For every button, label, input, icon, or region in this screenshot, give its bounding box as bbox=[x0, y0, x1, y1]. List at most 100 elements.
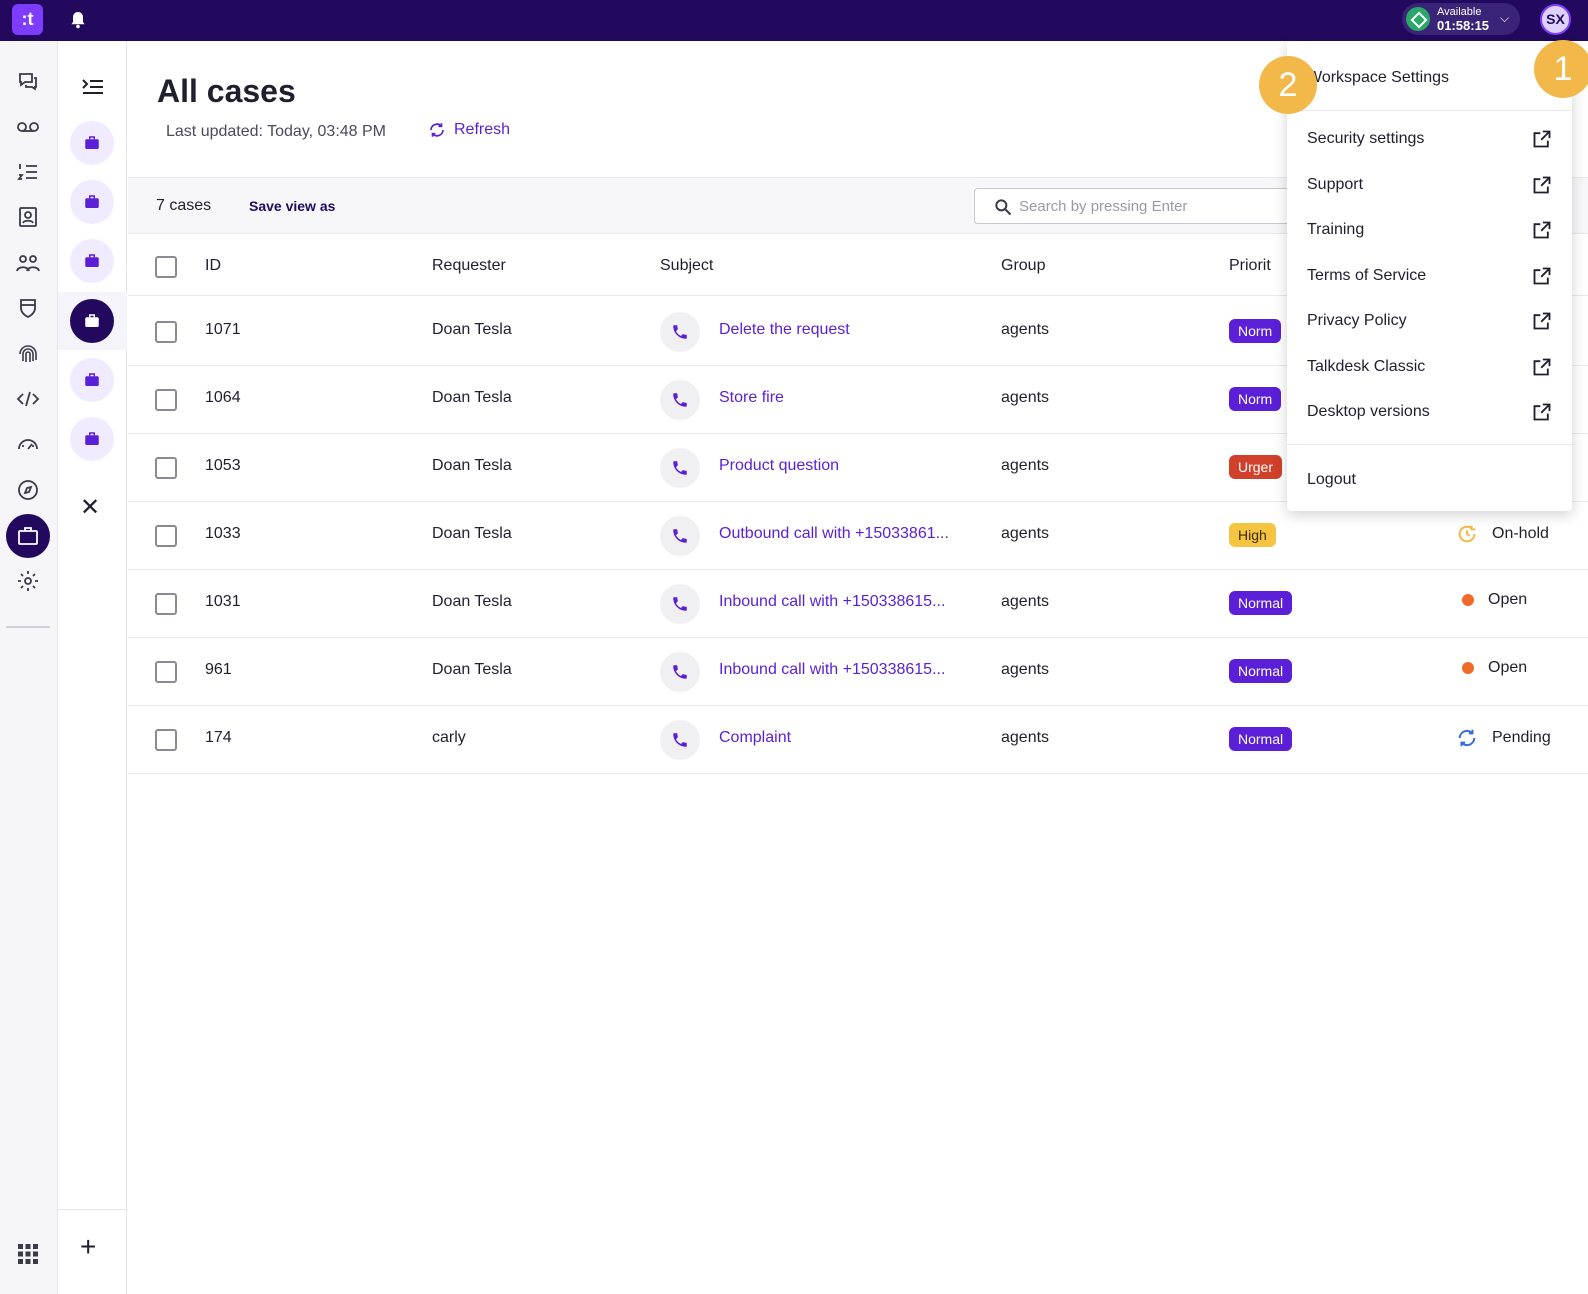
phone-channel-icon bbox=[660, 720, 700, 760]
status-timer: 01:58:15 bbox=[1437, 18, 1490, 33]
column-header-id[interactable]: ID bbox=[205, 257, 221, 275]
case-requester: Doan Tesla bbox=[432, 457, 512, 474]
team-nav-item[interactable] bbox=[6, 241, 50, 285]
bell-icon[interactable] bbox=[68, 10, 88, 30]
case-tab[interactable] bbox=[70, 180, 114, 224]
menu-item-training[interactable]: Training bbox=[1287, 208, 1572, 254]
row-checkbox[interactable] bbox=[155, 729, 177, 751]
column-header-requester[interactable]: Requester bbox=[432, 257, 506, 275]
priority-badge: Normal bbox=[1229, 727, 1293, 751]
case-subject-link[interactable]: Inbound call with +150338615... bbox=[719, 661, 945, 679]
save-view-button[interactable]: Save view as bbox=[249, 198, 335, 214]
table-row[interactable]: 174 carly Complaint agents Normal Pending bbox=[128, 705, 1588, 774]
external-link-icon bbox=[1533, 176, 1551, 193]
phone-channel-icon bbox=[660, 516, 700, 556]
briefcase-icon bbox=[85, 314, 99, 327]
case-group: agents bbox=[1001, 457, 1050, 474]
app-navigation-rail bbox=[0, 41, 58, 1294]
row-checkbox[interactable] bbox=[155, 457, 177, 479]
refresh-icon bbox=[430, 123, 444, 137]
external-link-icon bbox=[1533, 358, 1551, 375]
case-subject-link[interactable]: Delete the request bbox=[719, 321, 850, 339]
briefcase-icon bbox=[85, 136, 99, 149]
logout-menu-item[interactable]: Logout bbox=[1307, 471, 1356, 489]
close-icon[interactable]: ✕ bbox=[80, 493, 100, 522]
menu-item-support[interactable]: Support bbox=[1287, 163, 1572, 209]
select-all-checkbox[interactable] bbox=[155, 256, 177, 278]
identity-nav-item[interactable] bbox=[6, 332, 50, 376]
row-checkbox[interactable] bbox=[155, 389, 177, 411]
case-id: 1071 bbox=[205, 321, 241, 338]
case-requester: Doan Tesla bbox=[432, 525, 512, 542]
contact-card-icon bbox=[19, 207, 37, 227]
talkdesk-logo[interactable]: :t bbox=[12, 4, 43, 35]
menu-item-security-settings[interactable]: Security settings bbox=[1287, 117, 1572, 163]
voicemail-icon bbox=[17, 122, 39, 132]
external-link-icon bbox=[1533, 130, 1551, 148]
row-checkbox[interactable] bbox=[155, 593, 177, 615]
case-subject-link[interactable]: Product question bbox=[719, 457, 839, 475]
chevron-down-icon: ⌵ bbox=[1500, 11, 1510, 25]
security-nav-item[interactable] bbox=[6, 286, 50, 330]
external-link-icon bbox=[1533, 403, 1551, 421]
priority-badge: Norm bbox=[1229, 319, 1282, 343]
pending-status-icon bbox=[1458, 729, 1476, 747]
menu-item-terms-of-service[interactable]: Terms of Service bbox=[1287, 254, 1572, 300]
case-group: agents bbox=[1001, 729, 1050, 746]
rail-divider bbox=[6, 626, 50, 628]
table-row[interactable]: 961 Doan Tesla Inbound call with +15033861… bbox=[128, 637, 1588, 706]
row-checkbox[interactable] bbox=[155, 321, 177, 343]
numbered-list-icon bbox=[17, 164, 37, 180]
briefcase-icon bbox=[85, 254, 99, 267]
developer-nav-item[interactable] bbox=[6, 377, 50, 421]
conversations-nav-item[interactable] bbox=[6, 59, 50, 103]
external-link-icon bbox=[1533, 267, 1551, 284]
settings-nav-item[interactable] bbox=[6, 559, 50, 603]
column-header-priority[interactable]: Priorit bbox=[1229, 257, 1271, 275]
menu-item-privacy-policy[interactable]: Privacy Policy bbox=[1287, 299, 1572, 345]
column-header-group[interactable]: Group bbox=[1001, 257, 1045, 275]
lists-nav-item[interactable] bbox=[6, 150, 50, 194]
case-subject-link[interactable]: Inbound call with +150338615... bbox=[719, 593, 945, 611]
case-tab[interactable] bbox=[70, 358, 114, 402]
case-status-label: Pending bbox=[1492, 729, 1551, 746]
column-header-subject[interactable]: Subject bbox=[660, 257, 713, 275]
case-subject-link[interactable]: Outbound call with +15033861... bbox=[719, 525, 949, 543]
user-avatar[interactable]: SX bbox=[1540, 4, 1571, 35]
row-checkbox[interactable] bbox=[155, 525, 177, 547]
menu-item-desktop-versions[interactable]: Desktop versions bbox=[1287, 390, 1572, 436]
row-checkbox[interactable] bbox=[155, 661, 177, 683]
search-input[interactable]: Search by pressing Enter bbox=[974, 188, 1304, 224]
collapse-menu-icon[interactable] bbox=[80, 74, 106, 100]
case-tab-active[interactable] bbox=[70, 299, 114, 343]
case-tab[interactable] bbox=[70, 239, 114, 283]
case-tab[interactable] bbox=[70, 417, 114, 461]
case-subject-link[interactable]: Complaint bbox=[719, 729, 791, 747]
gear-icon bbox=[18, 571, 38, 591]
menu-item-label: Privacy Policy bbox=[1307, 312, 1407, 329]
table-row[interactable]: 1031 Doan Tesla Inbound call with +1503386… bbox=[128, 569, 1588, 638]
briefcase-icon bbox=[18, 527, 38, 545]
case-requester: Doan Tesla bbox=[432, 389, 512, 406]
case-count: 7 cases bbox=[156, 197, 212, 214]
workspace-settings-link[interactable]: Workspace Settings bbox=[1307, 69, 1449, 87]
table-row[interactable]: 1033 Doan Tesla Outbound call with +150338… bbox=[128, 501, 1588, 570]
case-tab[interactable] bbox=[70, 121, 114, 165]
menu-item-talkdesk-classic[interactable]: Talkdesk Classic bbox=[1287, 345, 1572, 391]
availability-status-dropdown[interactable]: Available 01:58:15 ⌵ bbox=[1402, 3, 1520, 35]
case-status-label: Open bbox=[1488, 591, 1528, 608]
apps-grid-icon[interactable] bbox=[15, 1241, 41, 1267]
menu-item-label: Terms of Service bbox=[1307, 266, 1427, 284]
cases-nav-item[interactable] bbox=[6, 514, 50, 558]
add-tab-button[interactable]: + bbox=[80, 1231, 96, 1263]
contacts-nav-item[interactable] bbox=[6, 195, 50, 239]
speedometer-icon bbox=[18, 439, 38, 450]
case-requester: Doan Tesla bbox=[432, 321, 512, 338]
dashboard-nav-item[interactable] bbox=[6, 422, 50, 466]
voicemail-nav-item[interactable] bbox=[6, 105, 50, 149]
case-subject-link[interactable]: Store fire bbox=[719, 389, 784, 407]
explore-nav-item[interactable] bbox=[6, 468, 50, 512]
refresh-button[interactable]: Refresh bbox=[428, 121, 510, 139]
shield-icon bbox=[20, 299, 36, 319]
page-title: All cases bbox=[157, 73, 296, 109]
